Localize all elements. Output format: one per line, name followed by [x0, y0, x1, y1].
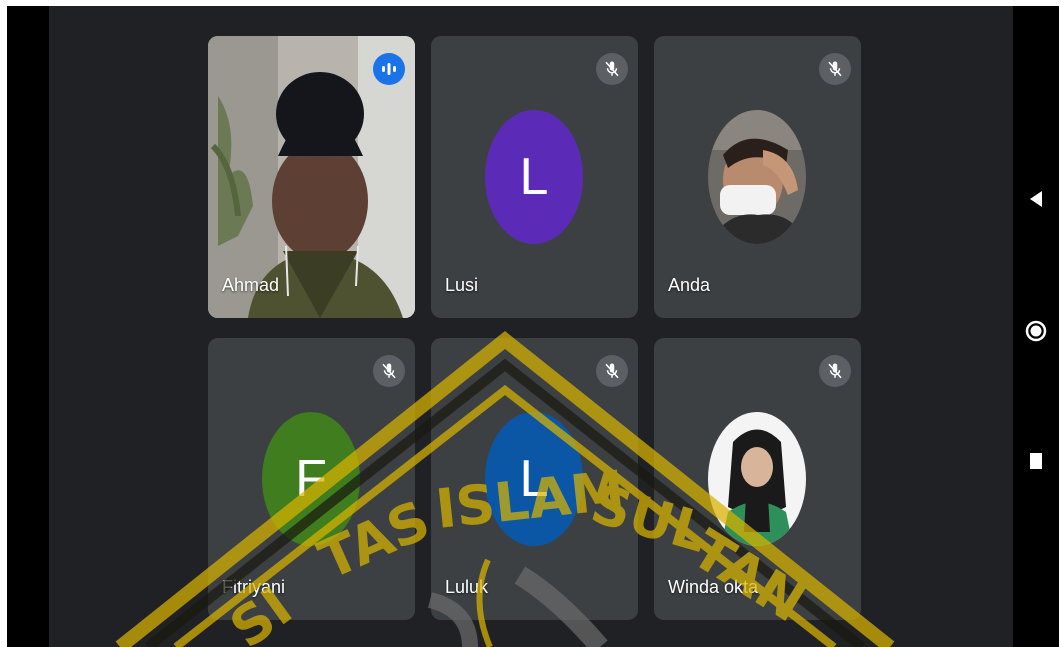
device-screen: Ahmad L Lusi Anda F Fitriyani L Luluk Wi… [7, 6, 1059, 647]
participant-name: Luluk [445, 577, 489, 597]
participant-tile-lusi[interactable]: L Lusi [431, 36, 638, 318]
android-nav-bar [1013, 6, 1059, 647]
avatar-initial: F [295, 450, 327, 508]
nav-back-button[interactable] [1013, 176, 1059, 222]
participant-tile-winda-okta[interactable]: Winda okta [654, 338, 861, 620]
mic-off-icon [596, 53, 628, 85]
participant-name: Lusi [445, 275, 479, 295]
meeting-grid: Ahmad L Lusi Anda F Fitriyani L Luluk Wi… [49, 6, 1013, 647]
avatar-photo [708, 110, 806, 244]
mic-off-icon [373, 355, 405, 387]
avatar: L [485, 412, 583, 546]
avatar: F [262, 412, 360, 546]
speaking-indicator-icon [373, 53, 405, 85]
participant-tile-anda[interactable]: Anda [654, 36, 861, 318]
square-recents-icon [1030, 453, 1042, 469]
participant-name: Ahmad [222, 275, 280, 295]
avatar: L [485, 110, 583, 244]
mic-off-icon [596, 355, 628, 387]
mic-off-icon [819, 53, 851, 85]
participant-name: Fitriyani [222, 577, 286, 597]
participant-tile-luluk[interactable]: L Luluk [431, 338, 638, 620]
avatar-initial: L [519, 450, 549, 508]
mic-off-icon [819, 355, 851, 387]
circle-home-icon [1025, 320, 1047, 342]
participant-tile-ahmad[interactable]: Ahmad [208, 36, 415, 318]
triangle-back-icon [1030, 191, 1042, 207]
avatar-initial: L [519, 148, 549, 206]
participant-tile-fitriyani[interactable]: F Fitriyani [208, 338, 415, 620]
avatar-photo [708, 412, 806, 546]
participant-name: Anda [668, 275, 711, 295]
participant-name: Winda okta [668, 577, 759, 597]
nav-recents-button[interactable] [1013, 438, 1059, 484]
nav-home-button[interactable] [1013, 308, 1059, 354]
